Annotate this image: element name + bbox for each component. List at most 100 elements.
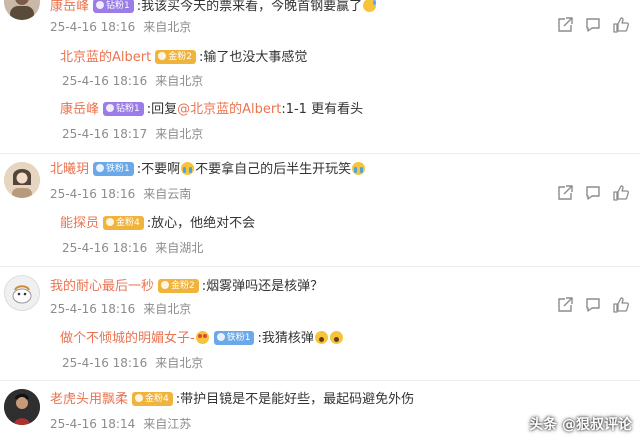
comment-meta: 25-4-16 18:16 来自北京	[50, 300, 191, 318]
fan-badge: 金粉2	[155, 49, 196, 64]
reply-meta: 25-4-16 18:16 来自北京	[62, 72, 203, 90]
scream-emoji-icon	[329, 331, 343, 344]
like-icon[interactable]	[612, 296, 630, 314]
reply-location: 来自北京	[155, 74, 204, 88]
comment-text: :我该买今天的票来看，今晚首钢要赢了	[136, 0, 363, 14]
reply-time: 25-4-16 18:16	[62, 74, 148, 88]
reply-text: :输了也没大事感觉	[198, 50, 308, 65]
comment-actions	[556, 296, 630, 316]
comment-meta: 25-4-16 18:16 来自云南	[50, 185, 191, 203]
reply-text: :1-1 更有看头	[281, 102, 364, 117]
comment-feed: 康岳峰 钻粉1:我该买今天的票来看，今晚首钢要赢了 25-4-16 18:16 来自…	[0, 0, 640, 442]
badge-icon	[161, 280, 170, 289]
fan-badge: 铁粉1	[93, 161, 134, 176]
comment-main-line: 我的耐心最后一秒 金粉2 :烟雾弹吗还是核弹？	[50, 277, 628, 297]
reply-prefix: :回复	[146, 102, 178, 117]
badge-label: 金粉2	[171, 280, 195, 291]
reply-text: :放心，他绝对不会	[146, 216, 256, 231]
fan-badge: 铁粉1	[213, 330, 255, 345]
divider	[0, 153, 640, 154]
reply-time: 25-4-16 18:16	[62, 356, 148, 370]
reply-username[interactable]: 康岳峰	[60, 102, 99, 117]
badge-icon	[106, 217, 115, 226]
avatar[interactable]	[4, 275, 40, 311]
reply-meta: 25-4-16 18:17 来自北京	[62, 125, 203, 143]
comment-icon[interactable]	[584, 184, 602, 202]
comment-location: 来自北京	[143, 20, 192, 34]
reply-line: 北京蓝的Albert 金粉2 :输了也没大事感觉	[60, 48, 628, 68]
reply-location: 来自北京	[155, 127, 204, 141]
like-icon[interactable]	[612, 184, 630, 202]
comment-actions	[556, 16, 630, 36]
badge-icon	[135, 393, 144, 402]
avatar[interactable]	[4, 389, 40, 425]
comment-time: 25-4-16 18:16	[50, 302, 136, 316]
share-icon[interactable]	[556, 184, 574, 202]
divider	[0, 266, 640, 267]
comment-meta: 25-4-16 18:14 来自江苏	[50, 415, 191, 433]
comment-time: 25-4-16 18:14	[50, 417, 136, 431]
comment-text: :烟雾弹吗还是核弹？	[201, 279, 324, 294]
comment-username[interactable]: 康岳峰	[50, 0, 89, 14]
comment-meta: 25-4-16 18:16 来自北京	[50, 18, 191, 36]
comment-text: :带护目镜是不是能好些，最起码避免外伤	[175, 392, 415, 407]
comment-actions	[556, 184, 630, 204]
comment-main-line: 康岳峰 钻粉1 :我该买今天的票来看，今晚首钢要赢了	[50, 0, 628, 17]
badge-label: 金粉4	[145, 393, 169, 404]
reply-line: 康岳峰 钻粉1 :回复@北京蓝的Albert:1-1 更有看头	[60, 100, 628, 120]
reply-username[interactable]: 做个不倾城的明媚女子-	[60, 331, 195, 346]
comment-username[interactable]: 我的耐心最后一秒	[50, 279, 154, 294]
fan-badge: 钻粉1	[103, 101, 144, 116]
divider	[0, 380, 640, 381]
comment-time: 25-4-16 18:16	[50, 187, 136, 201]
share-icon[interactable]	[556, 16, 574, 34]
fan-badge: 金粉4	[132, 391, 173, 406]
like-icon[interactable]	[612, 16, 630, 34]
reply-location: 来自湖北	[155, 241, 204, 255]
comment-location: 来自江苏	[143, 417, 192, 431]
avatar[interactable]	[4, 0, 40, 20]
badge-label: 铁粉1	[226, 332, 251, 343]
avatar[interactable]	[4, 162, 40, 198]
comment-icon[interactable]	[584, 16, 602, 34]
comment-username[interactable]: 老虎头用飘柔	[50, 392, 128, 407]
reply-meta: 25-4-16 18:16 来自湖北	[62, 239, 203, 257]
heart-eyes-emoji-icon	[195, 331, 209, 344]
badge-icon	[216, 332, 225, 341]
reply-username[interactable]: 能探员	[60, 216, 99, 231]
comment-main-line: 北曦玥 铁粉1 :不要啊 不要拿自己的后半生开玩笑	[50, 160, 628, 180]
reply-line: 能探员 金粉4 :放心，他绝对不会	[60, 214, 628, 234]
comment-time: 25-4-16 18:16	[50, 20, 136, 34]
comment-text-a: :不要啊	[136, 162, 181, 177]
cry-emoji-icon	[352, 162, 366, 175]
sweat-smile-emoji-icon	[363, 0, 377, 12]
reply-location: 来自北京	[155, 356, 204, 370]
badge-icon	[96, 0, 105, 9]
comment-location: 来自云南	[143, 187, 192, 201]
badge-icon	[106, 103, 115, 112]
badge-icon	[158, 51, 167, 60]
comment-location: 来自北京	[143, 302, 192, 316]
watermark: 头条 @狠叔评论	[529, 417, 632, 433]
reply-time: 25-4-16 18:17	[62, 127, 148, 141]
reply-mention[interactable]: @北京蓝的Albert	[177, 102, 281, 117]
badge-label: 金粉4	[116, 217, 140, 228]
badge-label: 金粉2	[168, 51, 192, 62]
badge-label: 钻粉1	[116, 103, 140, 114]
reply-meta: 25-4-16 18:16 来自北京	[62, 354, 203, 372]
fan-badge: 钻粉1	[93, 0, 134, 13]
reply-line: 做个不倾城的明媚女子- 铁粉1 :我猜核弹	[60, 329, 628, 349]
badge-label: 钻粉1	[106, 0, 130, 11]
reply-username[interactable]: 北京蓝的Albert	[60, 50, 151, 65]
comment-username[interactable]: 北曦玥	[50, 162, 89, 177]
comment-icon[interactable]	[584, 296, 602, 314]
fan-badge: 金粉2	[158, 278, 199, 293]
share-icon[interactable]	[556, 296, 574, 314]
scream-emoji-icon	[314, 331, 328, 344]
comment-text-b: 不要拿自己的后半生开玩笑	[195, 162, 352, 177]
reply-text: :我猜核弹	[257, 331, 314, 346]
badge-icon	[96, 163, 105, 172]
fan-badge: 金粉4	[103, 215, 144, 230]
comment-main-line: 老虎头用飘柔 金粉4 :带护目镜是不是能好些，最起码避免外伤	[50, 390, 628, 410]
badge-label: 铁粉1	[106, 163, 130, 174]
